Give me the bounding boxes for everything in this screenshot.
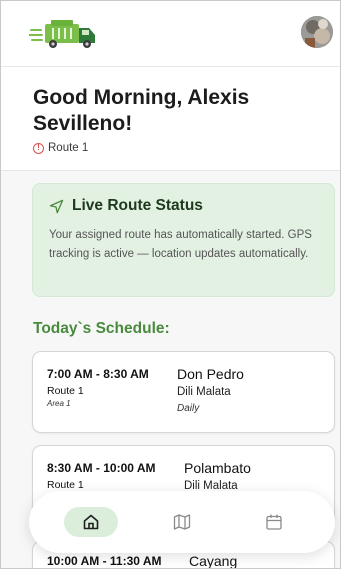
home-icon [83, 514, 99, 530]
app-frame: Good Morning, Alexis Sevilleno! ! Route … [0, 0, 341, 569]
map-icon [173, 514, 191, 530]
bottom-navigation [29, 491, 335, 553]
nav-home-button[interactable] [64, 507, 118, 537]
schedule-card[interactable]: 7:00 AM - 8:30 AM Route 1 Area 1 Don Ped… [32, 351, 335, 433]
schedule-location: Don Pedro [177, 366, 244, 382]
greeting-section: Good Morning, Alexis Sevilleno! ! Route … [1, 67, 340, 171]
assigned-route: ! Route 1 [33, 142, 88, 154]
live-route-status-card: Live Route Status Your assigned route ha… [32, 183, 335, 297]
schedule-location: Polambato [184, 460, 251, 476]
route-label: Route 1 [48, 142, 89, 154]
top-bar [1, 1, 340, 67]
garbage-truck-logo-icon [29, 20, 95, 48]
alert-circle-icon: ! [33, 142, 44, 154]
schedule-title: Today`s Schedule: [33, 320, 170, 337]
schedule-area: Area 1 [47, 399, 71, 408]
live-status-header: Live Route Status [49, 197, 203, 215]
user-avatar[interactable] [301, 16, 333, 48]
greeting-title: Good Morning, Alexis Sevilleno! [33, 86, 250, 135]
nav-calendar-button[interactable] [247, 507, 301, 537]
avatar-photo-icon [301, 16, 333, 48]
schedule-sublocation: Dili Malata [177, 386, 231, 398]
schedule-route: Route 1 [47, 385, 84, 397]
schedule-route: Route 1 [47, 479, 84, 491]
schedule-time: 8:30 AM - 10:00 AM [47, 461, 156, 475]
schedule-frequency: Daily [177, 403, 200, 414]
navigation-icon [49, 199, 64, 213]
schedule-location: Cayang [189, 553, 238, 569]
schedule-time: 10:00 AM - 11:30 AM [47, 554, 162, 568]
live-status-title: Live Route Status [72, 197, 203, 214]
live-status-description: Your assigned route has automatically st… [49, 229, 312, 260]
schedule-time: 7:00 AM - 8:30 AM [47, 367, 149, 381]
calendar-icon [266, 514, 282, 530]
nav-map-button[interactable] [155, 507, 209, 537]
